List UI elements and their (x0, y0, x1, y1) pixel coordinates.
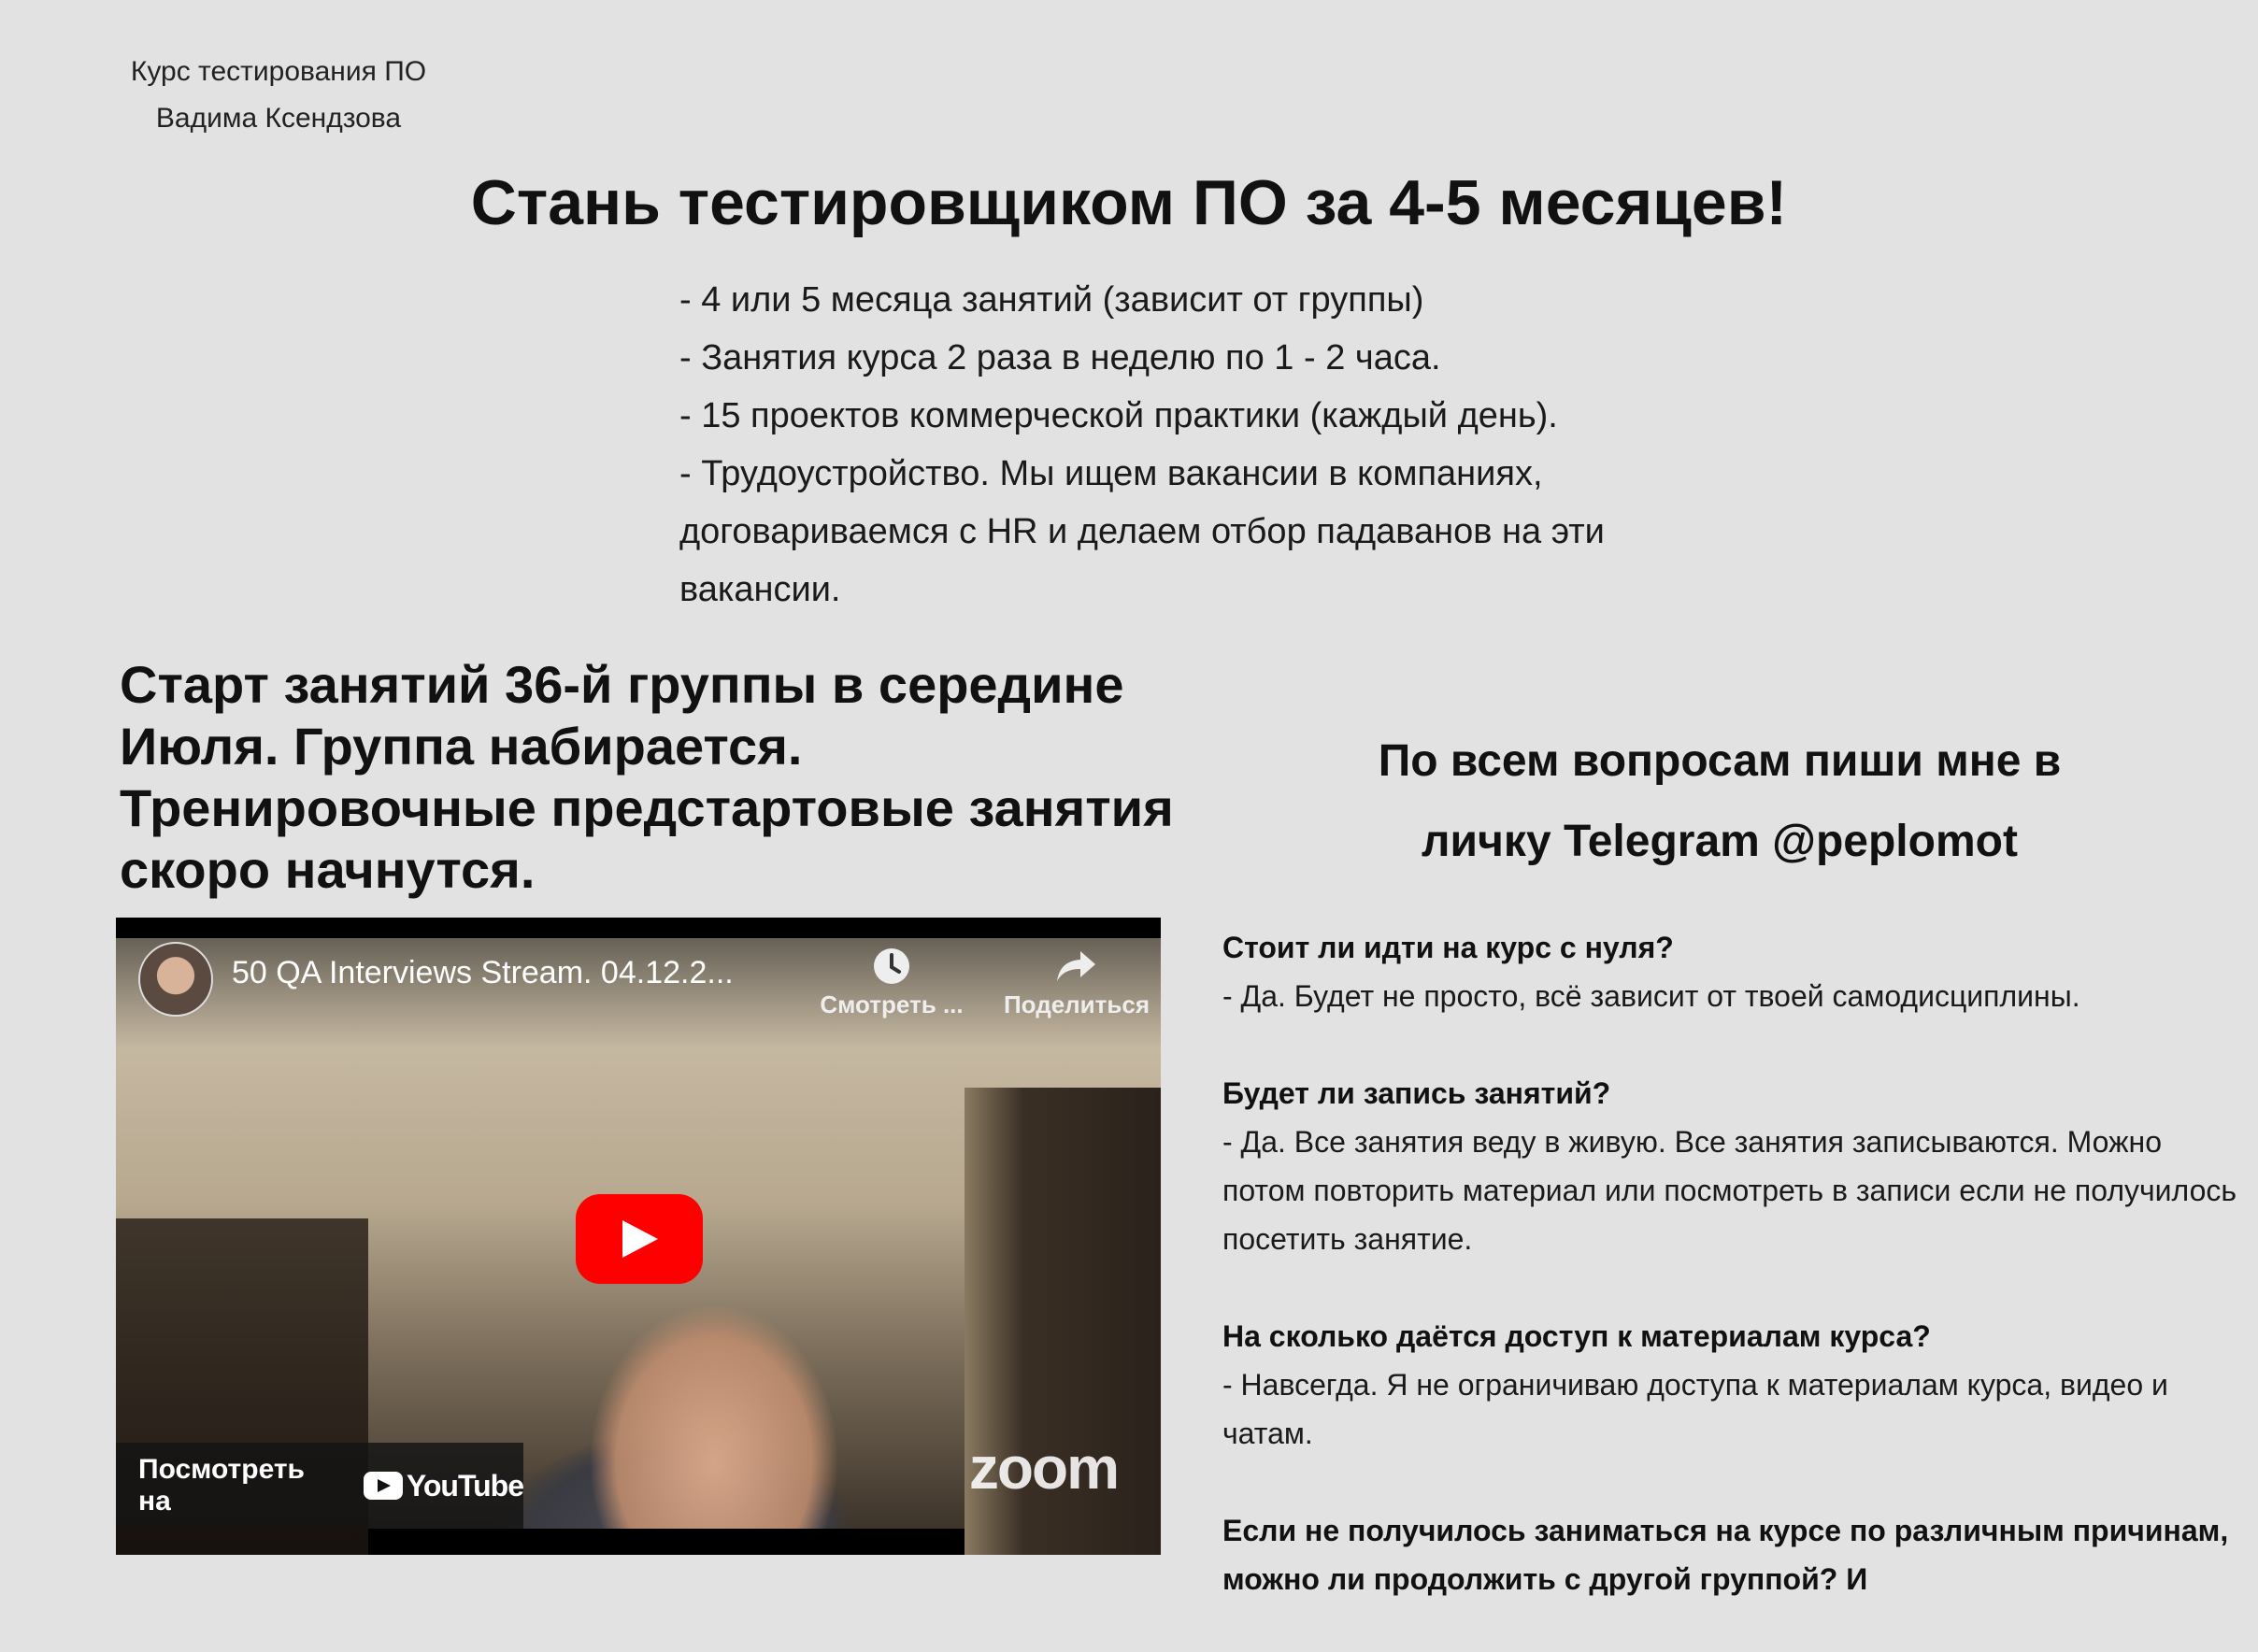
faq-question: Стоит ли идти на курс с нуля? (1222, 931, 1674, 964)
faq-answer: - Да. Будет не просто, всё зависит от тв… (1222, 979, 2080, 1013)
faq-question: Если не получилось заниматься на курсе п… (1222, 1514, 2229, 1596)
feature-item: - 15 проектов коммерческой практики (каж… (679, 396, 1558, 435)
hero-title: Стань тестировщиком ПО за 4-5 месяцев! (470, 167, 1788, 238)
faq-item: Если не получилось заниматься на курсе п… (1222, 1506, 2241, 1603)
channel-avatar[interactable] (138, 942, 213, 1017)
faq-item: Стоит ли идти на курс с нуля? - Да. Буде… (1222, 923, 2241, 1020)
watch-on-youtube-button[interactable]: Посмотреть на YouTube (116, 1443, 524, 1529)
faq-answer: - Да. Все занятия веду в живую. Все заня… (1222, 1125, 2237, 1256)
group-start-heading: Старт занятий 36-й группы в середине Июл… (120, 655, 1174, 899)
feature-item: - Занятия курса 2 раза в неделю по 1 - 2… (679, 338, 1441, 377)
clock-icon (807, 938, 976, 990)
feature-item: - 4 или 5 месяца занятий (зависит от гру… (679, 280, 1424, 320)
youtube-logo: YouTube (363, 1468, 524, 1503)
share-arrow-icon (993, 938, 1161, 990)
zoom-watermark: zoom (968, 1434, 1120, 1502)
youtube-play-icon (363, 1472, 403, 1500)
video-top-bar: 50 QA Interviews Stream. 04.12.2... Смот… (116, 918, 1161, 1048)
faq-answer: - Навсегда. Я не ограничиваю доступа к м… (1222, 1368, 2168, 1450)
play-icon (622, 1220, 658, 1258)
watch-later-label: Смотреть ... (820, 990, 964, 1018)
watch-later-button[interactable]: Смотреть ... (807, 938, 976, 1019)
share-button[interactable]: Поделиться (993, 938, 1161, 1019)
site-logo[interactable]: Курс тестирования ПО Вадима Ксендзова (120, 49, 437, 142)
play-button[interactable] (576, 1194, 703, 1284)
logo-line-1: Курс тестирования ПО (130, 56, 427, 87)
faq-question: На сколько даётся доступ к материалам ку… (1222, 1319, 1931, 1353)
feature-item: договариваемся с HR и делаем отбор падав… (679, 512, 1605, 551)
feature-item: вакансии. (679, 570, 841, 609)
contact-heading: По всем вопросам пиши мне в личку Telegr… (1220, 721, 2220, 882)
logo-line-2: Вадима Ксендзова (155, 103, 402, 134)
faq-item: Будет ли запись занятий? - Да. Все занят… (1222, 1069, 2241, 1263)
video-title[interactable]: 50 QA Interviews Stream. 04.12.2... (232, 955, 734, 991)
share-label: Поделиться (1003, 990, 1150, 1018)
watch-on-label: Посмотреть на (138, 1454, 305, 1517)
youtube-video-embed[interactable]: 50 QA Interviews Stream. 04.12.2... Смот… (116, 918, 1161, 1555)
faq-section: Стоит ли идти на курс с нуля? - Да. Буде… (1222, 923, 2241, 1652)
contact-line-1: По всем вопросам пиши мне в (1378, 736, 2062, 786)
youtube-wordmark: YouTube (406, 1468, 524, 1502)
feature-item: - Трудоустройство. Мы ищем вакансии в ко… (679, 454, 1543, 493)
faq-question: Будет ли запись занятий? (1222, 1076, 1611, 1110)
feature-list: - 4 или 5 месяца занятий (зависит от гру… (679, 271, 1689, 619)
faq-item: На сколько даётся доступ к материалам ку… (1222, 1312, 2241, 1458)
contact-line-2[interactable]: личку Telegram @peplomot (1220, 802, 2220, 882)
